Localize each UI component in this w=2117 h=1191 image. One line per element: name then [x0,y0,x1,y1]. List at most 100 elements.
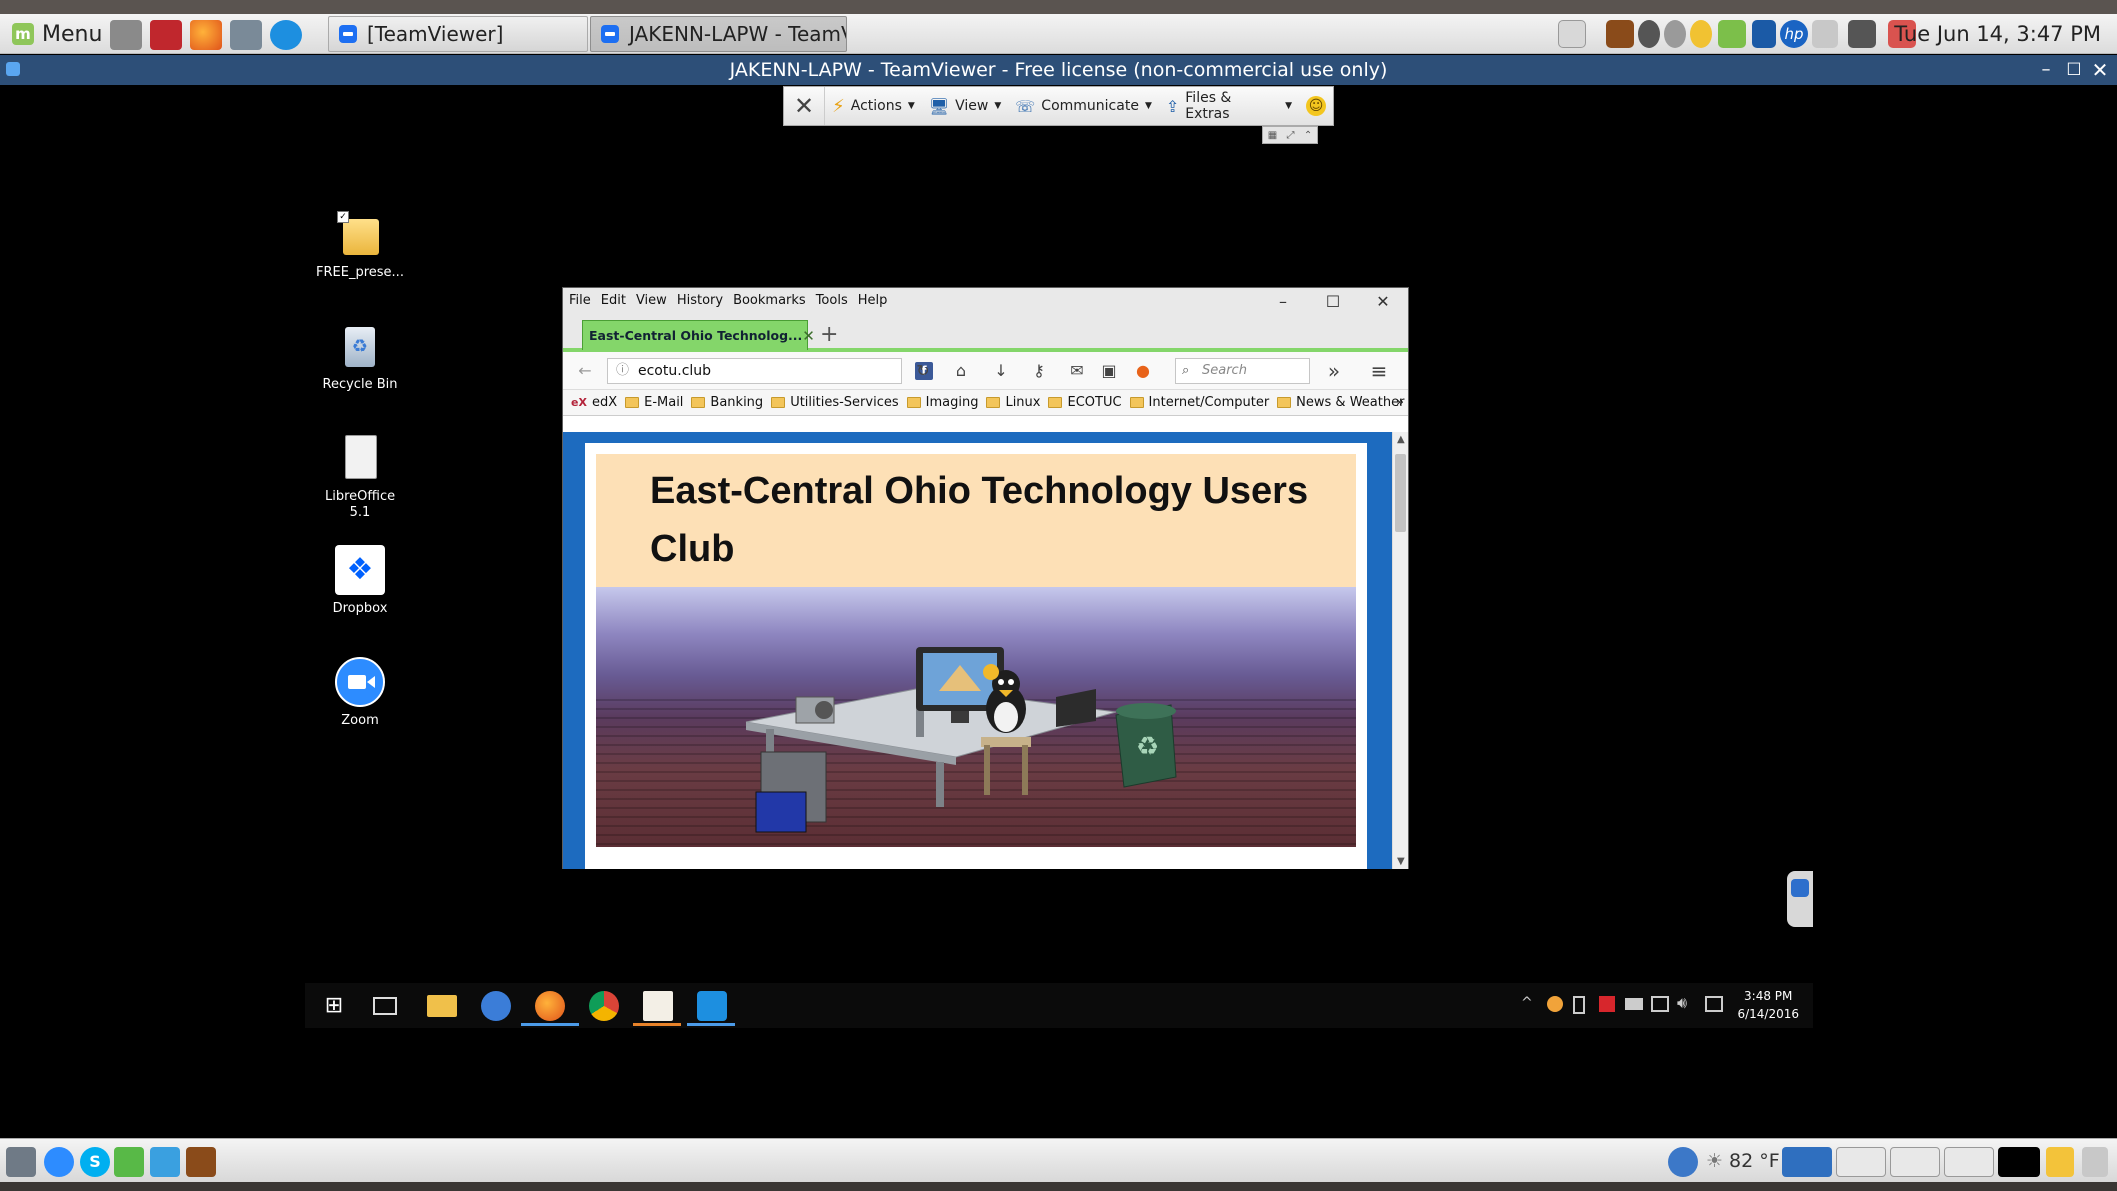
mail-icon[interactable]: ✉ [1067,361,1087,381]
document-icon[interactable] [643,991,673,1021]
minimize-icon[interactable]: – [1258,288,1308,314]
hp-tray-icon[interactable]: hp [1780,20,1808,48]
view-menu[interactable]: 🖥 View ▼ [922,87,1008,125]
bookmark-linux[interactable]: Linux [986,395,1040,410]
bookmark-imaging[interactable]: Imaging [906,395,978,410]
app-launcher-icon[interactable] [150,20,182,50]
minimize-icon[interactable]: – [2035,55,2057,85]
windows-start-icon[interactable]: ⊞ [319,991,349,1021]
trash-icon[interactable] [2082,1147,2108,1177]
close-icon[interactable]: ✕ [2089,55,2111,85]
close-icon[interactable]: ✕ [1358,288,1408,314]
panel-clock[interactable]: Tue Jun 14, 3:47 PM [1894,14,2101,54]
volume-tray-icon[interactable] [1812,20,1838,48]
usb-tray-icon[interactable] [1573,996,1585,1014]
security-check-tray-icon[interactable] [1718,20,1746,48]
close-tab-icon[interactable]: ✕ [802,327,815,345]
bookmark-ecotuc[interactable]: ECOTUC [1048,395,1122,410]
hamburger-menu-icon[interactable]: ≡ [1369,361,1389,381]
grid-icon[interactable]: ▦ [1268,130,1277,141]
firefox-launcher-icon[interactable] [190,20,222,50]
network-tray-icon[interactable] [1558,20,1586,48]
desktop-icon-zoom[interactable]: Zoom [305,657,415,729]
url-bar[interactable]: ⓘ ecotu.club f [607,358,933,384]
desktop-icon-recycle-bin[interactable]: ♻ Recycle Bin [305,321,415,393]
menu-file[interactable]: File [569,293,591,308]
chrome-icon[interactable] [589,991,619,1021]
scrollbar-thumb[interactable] [1395,454,1406,532]
task-teamviewer[interactable]: [TeamViewer] [328,16,588,52]
bookmark-internet-computer[interactable]: Internet/Computer [1129,395,1269,410]
menu-history[interactable]: History [677,293,723,308]
tab-ecotu[interactable]: East-Central Ohio Technolog... ✕ [582,320,815,350]
clock-tray-icon[interactable] [1690,20,1712,48]
thunderbird-icon[interactable] [481,991,511,1021]
clock-tray-icon[interactable] [1547,996,1563,1012]
home-icon[interactable]: ⌂ [951,361,971,381]
vertical-scrollbar[interactable]: ▲ ▼ [1392,432,1408,869]
maximize-icon[interactable]: ☐ [1308,288,1358,314]
download-icon[interactable]: ↓ [991,361,1011,381]
scroll-up-icon[interactable]: ▲ [1397,434,1405,445]
screenshot-launcher-icon[interactable] [230,20,262,50]
show-desktop-icon[interactable] [110,20,142,50]
feedback-button[interactable]: ☺ [1299,87,1333,125]
volume-tray-icon[interactable]: 🔊︎ [1677,993,1687,1013]
files-extras-menu[interactable]: ⇪ Files & Extras ▼ [1159,87,1299,125]
task-view-icon[interactable] [373,997,397,1015]
teamviewer-side-handle[interactable] [1787,871,1813,927]
desktop-icon-free-prese[interactable]: ✓ FREE_prese... [305,209,415,281]
battery-tray-icon[interactable] [1625,998,1643,1010]
teamviewer-taskbar-icon[interactable] [697,991,727,1021]
menu-button[interactable]: m Menu [4,17,110,51]
reload-icon[interactable]: ↻ [913,361,933,381]
overflow-chevron-icon[interactable]: » [1324,361,1344,381]
settings-tray-icon[interactable] [1664,20,1686,48]
actions-menu[interactable]: ⚡ Actions ▼ [825,87,922,125]
bookmark-edx[interactable]: eX edX [571,395,617,410]
menu-tools[interactable]: Tools [816,293,848,308]
new-tab-icon[interactable]: + [820,322,838,347]
desktop-icon-libreoffice[interactable]: LibreOffice 5.1 [305,433,415,521]
back-arrow-icon[interactable]: ← [575,361,595,381]
collapse-chevron-icon[interactable]: ⌃ [1304,130,1312,141]
system-monitor-icon[interactable] [150,1147,180,1177]
workspace-5[interactable] [1998,1147,2040,1177]
task-remote-session[interactable]: JAKENN-LAPW - TeamVi... [590,16,847,52]
workspace-3[interactable] [1890,1147,1940,1177]
workspace-4[interactable] [1944,1147,1994,1177]
network-tray-icon[interactable] [1651,996,1669,1012]
workspace-2[interactable] [1836,1147,1886,1177]
menu-bookmarks[interactable]: Bookmarks [733,293,806,308]
scroll-down-icon[interactable]: ▼ [1397,856,1405,867]
antivirus-tray-icon[interactable] [1599,996,1615,1012]
zoom-launcher-icon[interactable] [44,1147,74,1177]
teamviewer-launcher-icon[interactable] [270,20,302,50]
bookmark-email[interactable]: E-Mail [625,395,683,410]
owl-tray-icon[interactable] [1606,20,1634,48]
fullscreen-icon[interactable]: ⤢ [1287,130,1295,141]
owl-app-icon[interactable] [186,1147,216,1177]
bookmark-news-weather[interactable]: News & Weather [1277,395,1404,410]
weather-globe-icon[interactable] [1668,1147,1698,1177]
file-explorer-icon[interactable] [427,995,457,1017]
show-desktop-icon[interactable] [6,1147,36,1177]
notifications-tray-icon[interactable] [1705,996,1723,1012]
display-tray-icon[interactable] [1752,20,1776,48]
end-session-button[interactable]: ✕ [784,87,826,125]
ublock-icon[interactable]: ● [1133,361,1153,381]
menu-edit[interactable]: Edit [601,293,626,308]
bookmarks-overflow-icon[interactable]: » [1396,395,1404,410]
bookmark-banking[interactable]: Banking [691,395,763,410]
search-input[interactable]: ⌕ Search [1175,358,1310,384]
menu-view[interactable]: View [636,293,667,308]
workspace-1[interactable] [1782,1147,1832,1177]
desktop-icon-dropbox[interactable]: ❖ Dropbox [305,545,415,617]
communicate-menu[interactable]: ☏ Communicate ▼ [1008,87,1159,125]
notes-applet-icon[interactable] [2046,1147,2074,1177]
menu-help[interactable]: Help [858,293,888,308]
extension-icon[interactable]: ⚷ [1029,361,1049,381]
text-editor-icon[interactable] [114,1147,144,1177]
firefox-taskbar-icon[interactable] [535,991,565,1021]
maximize-icon[interactable]: ☐ [2063,55,2085,85]
